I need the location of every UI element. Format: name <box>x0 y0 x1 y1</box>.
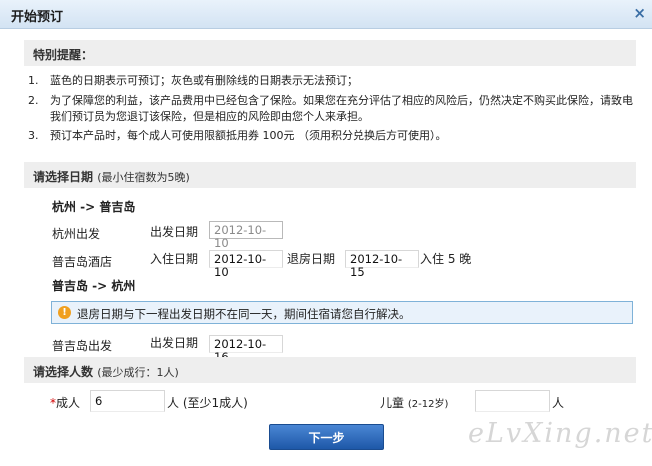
people-section-heading: 请选择人数 <box>33 365 94 379</box>
date-section-hint: (最小住宿数为5晚) <box>97 171 190 184</box>
date-section-header: 请选择日期 (最小住宿数为5晚) <box>24 162 636 188</box>
date-warning-text: 退房日期与下一程出发日期不在同一天，期间住宿请您自行解决。 <box>77 307 411 321</box>
notice-item-number: 1. <box>28 74 39 87</box>
next-button[interactable]: 下一步 <box>269 424 384 450</box>
people-section-hint: (最少成行：1人) <box>97 366 179 379</box>
notice-item: 1. 蓝色的日期表示可预订；灰色或有删除线的日期表示无法预订； <box>28 73 640 89</box>
date-section-heading: 请选择日期 <box>33 170 94 184</box>
child-count-input[interactable] <box>475 390 550 412</box>
child-unit-text: 人 <box>552 396 565 410</box>
depart-city-label: 杭州出发 <box>52 227 101 241</box>
outbound-depart-date-field: 2012-10-10 <box>209 221 283 250</box>
notice-item: 2. 为了保障您的利益，该产品费用中已经包含了保险。如果您在充分评估了相应的风险… <box>28 93 640 125</box>
checkin-date-label: 入住日期 <box>150 252 199 266</box>
notice-header: 特别提醒： <box>24 40 636 66</box>
notice-item: 3. 预订本产品时，每个成人可使用限额抵用券 100元 （须用积分兑换后方可使用… <box>28 128 640 144</box>
stay-nights-text: 入住 5 晚 <box>420 252 472 266</box>
checkout-date-label: 退房日期 <box>287 252 336 266</box>
close-icon[interactable]: × <box>633 4 646 22</box>
date-section-title: 请选择日期 (最小住宿数为5晚) <box>33 168 190 185</box>
child-age-hint: (2-12岁) <box>407 399 449 410</box>
notice-heading: 特别提醒： <box>33 48 94 62</box>
adult-unit-text: 人 (至少1成人) <box>167 396 248 410</box>
people-section-title: 请选择人数 (最少成行：1人) <box>33 363 179 380</box>
checkout-date-field[interactable]: 2012-10-15 <box>345 250 419 279</box>
adult-label-text: 成人 <box>56 396 81 410</box>
notice-item-number: 2. <box>28 94 39 107</box>
adult-count-input[interactable] <box>90 390 165 412</box>
route-outbound: 杭州 -> 普吉岛 <box>52 200 136 214</box>
dialog-titlebar: 开始预订 × <box>0 0 652 29</box>
notice-item-text: 预订本产品时，每个成人可使用限额抵用券 100元 （须用积分兑换后方可使用）。 <box>50 129 447 142</box>
checkin-date-field[interactable]: 2012-10-10 <box>209 250 283 279</box>
route-return: 普吉岛 -> 杭州 <box>52 279 136 293</box>
return-depart-date-label: 出发日期 <box>150 336 199 350</box>
date-warning-box: ! 退房日期与下一程出发日期不在同一天，期间住宿请您自行解决。 <box>51 301 633 324</box>
adult-label: *成人 <box>50 394 80 411</box>
people-section-header: 请选择人数 (最少成行：1人) <box>24 357 636 383</box>
return-depart-date-field[interactable]: 2012-10-16 <box>209 335 283 364</box>
child-label-text: 儿童 <box>380 396 405 410</box>
return-depart-city-label: 普吉岛出发 <box>52 339 113 353</box>
watermark: eLvXing.net <box>468 418 652 449</box>
notice-item-number: 3. <box>28 129 39 142</box>
child-label: 儿童 (2-12岁) <box>380 394 448 411</box>
dialog-title: 开始预订 <box>11 10 64 25</box>
info-icon: ! <box>58 306 71 319</box>
depart-date-label: 出发日期 <box>150 225 199 239</box>
hotel-label: 普吉岛酒店 <box>52 255 113 269</box>
notice-item-text: 为了保障您的利益，该产品费用中已经包含了保险。如果您在充分评估了相应的风险后，仍… <box>50 94 633 123</box>
notice-item-text: 蓝色的日期表示可预订；灰色或有删除线的日期表示无法预订； <box>50 74 358 87</box>
